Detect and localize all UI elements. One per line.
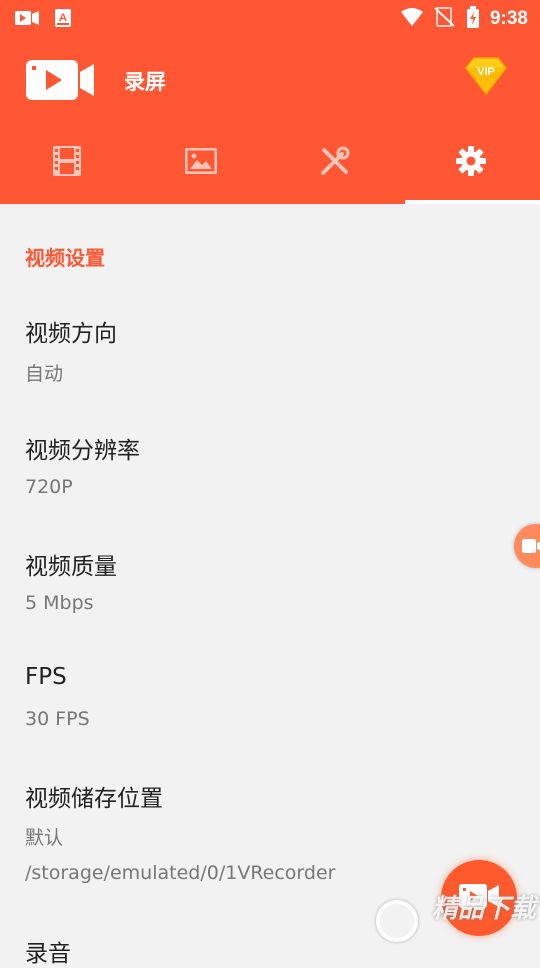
setting-title: 视频分辨率 [25, 438, 140, 464]
setting-title: 视频质量 [25, 554, 117, 580]
tab-bar [0, 122, 540, 204]
setting-value: 30 FPS [25, 708, 90, 730]
section-header-video-settings: 视频设置 [25, 246, 105, 270]
setting-value: 默认 [25, 827, 64, 849]
svg-text:A: A [59, 12, 67, 24]
film-icon [53, 146, 81, 180]
tab-settings[interactable] [404, 122, 538, 204]
tools-icon [320, 146, 350, 180]
setting-title: 视频方向 [25, 321, 117, 347]
status-bar: A 9:38 [0, 0, 540, 36]
tab-images[interactable] [134, 122, 268, 204]
screen-recorder-notification-icon [14, 9, 40, 31]
app-bar: 录屏 VIP [0, 36, 540, 122]
record-camera-icon [522, 539, 540, 553]
setting-title: FPS [25, 664, 67, 690]
no-signal-icon [434, 7, 456, 31]
status-time: 9:38 [489, 8, 528, 29]
vip-label: VIP [477, 66, 495, 78]
app-notification-icon: A [54, 8, 72, 32]
setting-title: 视频储存位置 [25, 786, 163, 812]
gear-icon [455, 145, 487, 181]
setting-value: 720P [25, 476, 73, 498]
wifi-icon [400, 7, 424, 31]
setting-title: 录音 [25, 941, 71, 967]
setting-path: /storage/emulated/0/1VRecorder [25, 862, 336, 884]
battery-charging-icon [466, 6, 480, 32]
settings-list: 视频设置 视频方向 自动 视频分辨率 720P 视频质量 5 Mbps FPS … [0, 204, 540, 967]
tab-videos[interactable] [0, 122, 134, 204]
app-logo-icon [26, 58, 96, 102]
image-icon [184, 147, 218, 178]
tab-tools[interactable] [268, 122, 402, 204]
app-title: 录屏 [124, 70, 166, 94]
setting-value: 自动 [25, 363, 64, 385]
watermark-text: 精品下载 [432, 894, 537, 924]
watermark-logo-icon [376, 900, 418, 942]
vip-button[interactable]: VIP [462, 56, 510, 96]
setting-value: 5 Mbps [25, 592, 94, 614]
